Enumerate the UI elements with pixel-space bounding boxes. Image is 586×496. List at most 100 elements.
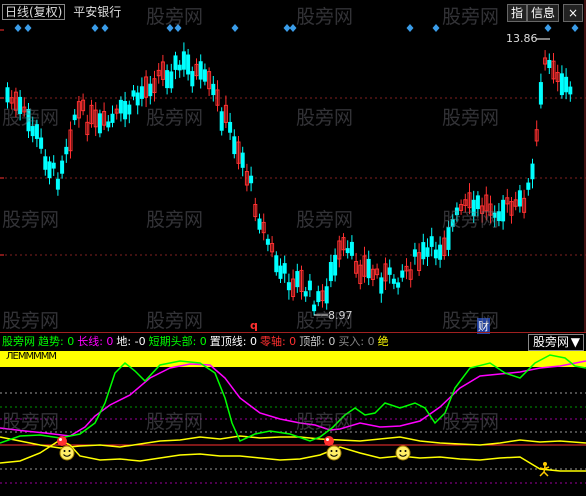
buy-signal-smiley: [59, 445, 75, 461]
candle-body: [303, 291, 308, 297]
candle-body: [559, 73, 564, 96]
candle-body: [110, 113, 115, 123]
marker-q: q: [250, 319, 258, 332]
candle-body: [118, 99, 123, 114]
candle-body: [547, 60, 552, 69]
candle-body: [55, 178, 60, 190]
candle-body: [421, 242, 426, 260]
high-price-label: 13.86: [506, 32, 538, 45]
candle-body: [198, 61, 203, 80]
candle-body: [139, 86, 144, 99]
candle-body: [349, 241, 354, 256]
signal-diamond-marker: [166, 24, 174, 32]
signal-diamond-marker: [174, 24, 182, 32]
candle-body: [232, 136, 237, 155]
candle-body: [30, 126, 35, 137]
candle-body: [39, 137, 44, 149]
candle-body: [127, 104, 132, 115]
candle-body: [148, 83, 153, 97]
candle-body: [265, 238, 270, 245]
signal-diamond-marker: [432, 24, 440, 32]
candle-body: [278, 265, 283, 279]
candle-body: [438, 244, 443, 260]
candle-body: [450, 219, 455, 227]
legend-item: 买入: 0: [338, 335, 375, 348]
signal-diamond-marker: [571, 24, 579, 32]
signal-diamond-marker: [544, 24, 552, 32]
buy-signal-smiley: [326, 445, 342, 461]
candle-body: [181, 51, 186, 70]
candle-body: [282, 263, 287, 274]
candle-body: [475, 195, 480, 210]
candle-body: [274, 255, 279, 273]
candle-body: [425, 247, 430, 257]
candle-body: [333, 254, 338, 276]
candle-body: [97, 113, 102, 134]
candle-body: [165, 70, 170, 89]
signal-diamond-marker: [231, 24, 239, 32]
candle-body: [454, 207, 459, 216]
candle-body: [249, 175, 254, 184]
candle-body: [131, 90, 136, 97]
trend-curve: [0, 354, 586, 444]
index-button[interactable]: 指: [507, 4, 528, 22]
signal-diamond-marker: [24, 24, 32, 32]
candle-body: [64, 146, 69, 155]
candle-body: [295, 271, 300, 288]
candles-group: [5, 42, 573, 316]
signal-diamond-marker: [289, 24, 297, 32]
legend-item: 零轴: 0: [259, 335, 297, 348]
candle-body: [526, 182, 531, 190]
signal-diamond-marker: [406, 24, 414, 32]
alert-balloon-icon: [324, 436, 334, 446]
candle-body: [228, 121, 233, 133]
period-selector[interactable]: 日线(复权): [2, 4, 66, 20]
candle-body: [316, 291, 321, 303]
candle-body: [123, 100, 128, 120]
candle-body: [328, 261, 333, 282]
candle-body: [345, 248, 350, 254]
indicator-panel[interactable]: ЛЕМММММ: [0, 333, 586, 496]
candle-body: [568, 86, 573, 95]
candle-body: [517, 190, 522, 207]
candle-body: [135, 92, 140, 106]
stock-name: 平安银行: [73, 5, 122, 19]
low-price-label: 8.97: [328, 309, 353, 322]
candle-body: [387, 267, 392, 275]
candle-body: [72, 114, 77, 121]
legend-item: 顶部: 0: [299, 335, 336, 348]
runner-icon: [539, 462, 550, 477]
top-band: [0, 351, 586, 367]
candle-body: [446, 227, 451, 250]
candlestick-chart[interactable]: [0, 0, 586, 333]
signal-diamond-marker: [91, 24, 99, 32]
candle-body: [51, 162, 56, 169]
legend-item: 趋势: 0: [38, 335, 75, 348]
candle-body: [18, 96, 23, 114]
candle-body: [173, 55, 178, 70]
candle-body: [240, 152, 245, 168]
signal-diamond-marker: [14, 24, 22, 32]
chart-title-bar: 日线(复权) 平安银行: [2, 3, 121, 20]
buy-signal-smiley: [395, 445, 411, 461]
alert-balloon-icon: [57, 436, 67, 446]
candle-body: [400, 270, 405, 278]
candle-body: [429, 236, 434, 247]
signal-diamond-marker: [283, 24, 291, 32]
candle-body: [211, 83, 216, 96]
legend-item: 长线: 0: [77, 335, 114, 348]
candle-body: [412, 249, 417, 257]
candle-body: [257, 218, 262, 230]
candle-body: [43, 156, 48, 170]
candle-body: [433, 249, 438, 259]
close-button[interactable]: ×: [563, 4, 583, 22]
info-button[interactable]: 信息: [527, 4, 560, 22]
indicator-selector[interactable]: 股旁网 ▼: [527, 334, 584, 351]
candle-body: [379, 277, 384, 294]
indicator-chart[interactable]: [0, 333, 586, 496]
candle-body: [190, 71, 195, 87]
candle-body: [538, 82, 543, 105]
candle-body: [564, 76, 569, 93]
candle-body: [286, 282, 291, 291]
price-chart-panel[interactable]: 日线(复权) 平安银行 指 信息 × 13.86 8.97 q 财: [0, 0, 586, 334]
